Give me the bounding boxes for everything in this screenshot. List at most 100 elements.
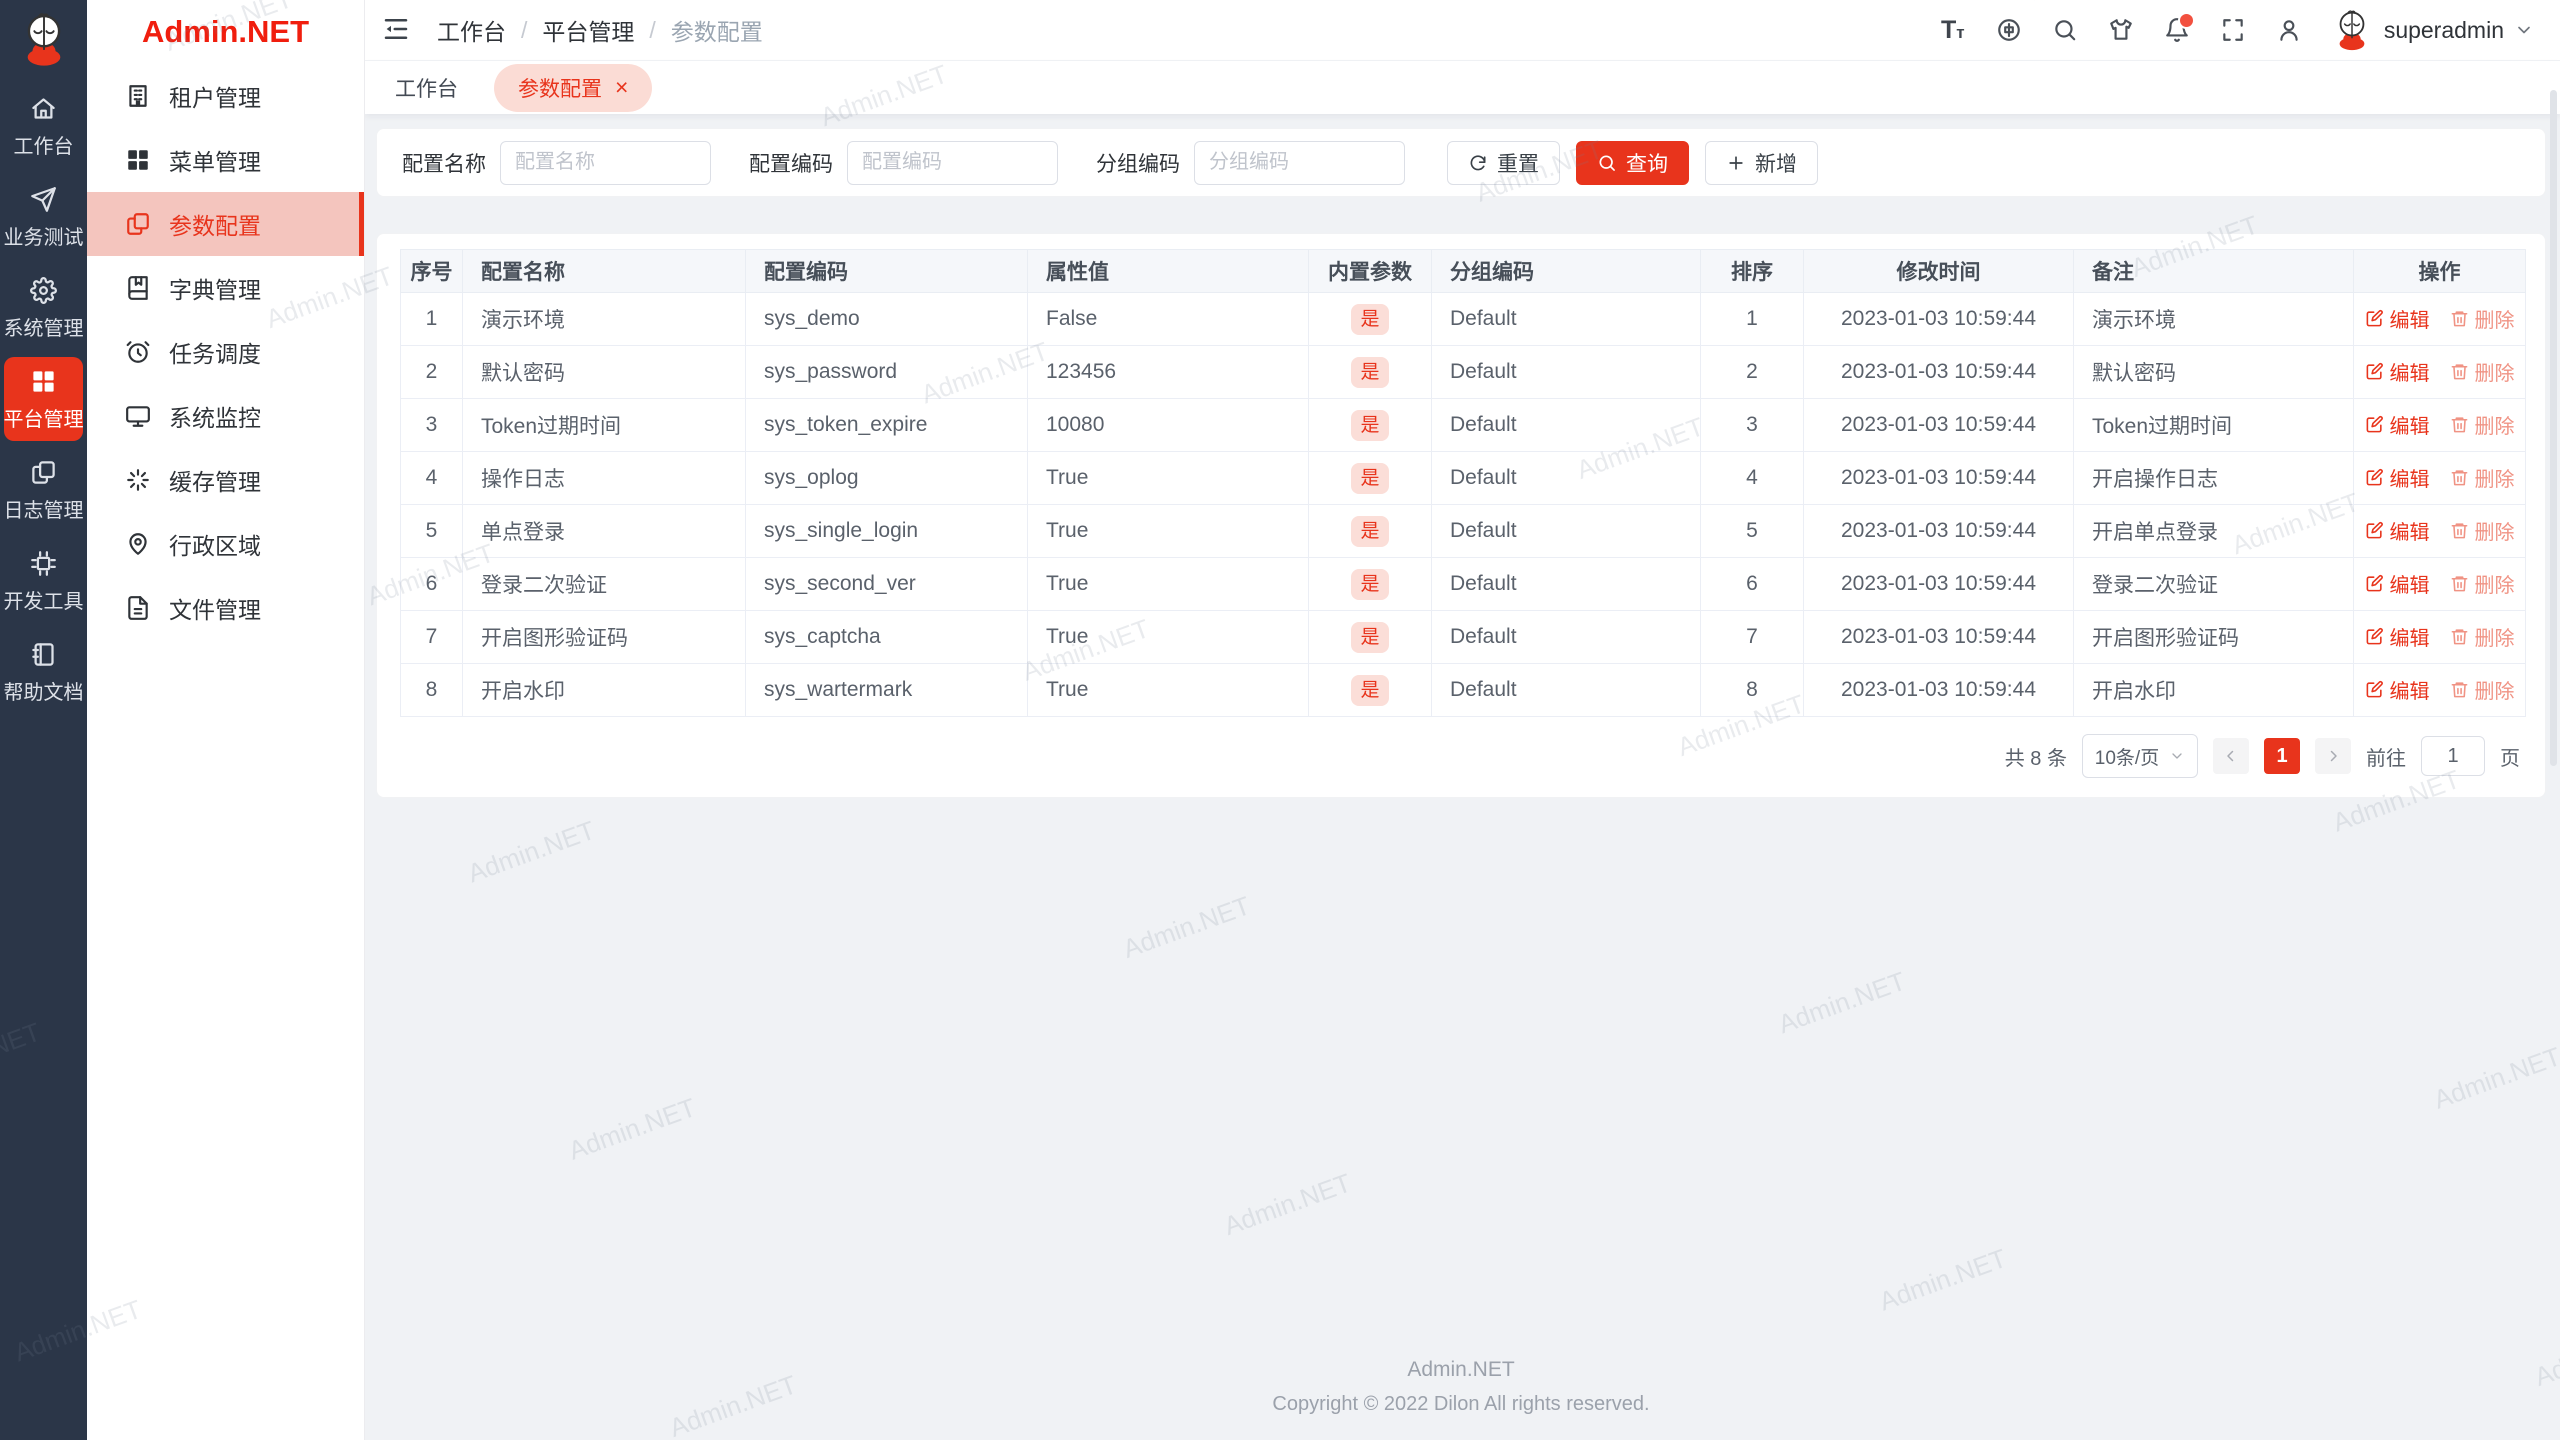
config-code-input[interactable] <box>847 140 1058 185</box>
language-icon[interactable] <box>1994 15 2024 45</box>
sidebar-item-menu[interactable]: 菜单管理 <box>87 128 364 192</box>
rail-item-label: 帮助文档 <box>3 682 84 704</box>
sidebar-item-monitor[interactable]: 系统监控 <box>87 384 364 448</box>
fullscreen-icon[interactable] <box>2218 15 2248 45</box>
rail-item-business-test[interactable]: 业务测试 <box>4 175 84 259</box>
edit-button[interactable]: 编辑 <box>2365 463 2430 492</box>
rail-item-log-admin[interactable]: 日志管理 <box>4 448 84 532</box>
table-cell: 演示环境 <box>2073 292 2354 346</box>
table-cell: sys_single_login <box>745 504 1028 558</box>
table-cell: 演示环境 <box>462 292 746 346</box>
table-cell: 7 <box>1700 610 1804 664</box>
user-profile-icon[interactable] <box>2274 15 2304 45</box>
group-code-input[interactable] <box>1194 140 1405 185</box>
table-cell: 5 <box>400 504 463 558</box>
edit-button[interactable]: 编辑 <box>2365 622 2430 651</box>
current-page-button[interactable]: 1 <box>2264 738 2300 774</box>
delete-button[interactable]: 删除 <box>2450 675 2515 704</box>
filter-label: 分组编码 <box>1096 152 1180 176</box>
tab-参数配置[interactable]: 参数配置 × <box>494 63 653 112</box>
table-cell: 2 <box>400 345 463 399</box>
sidebar-item-cache[interactable]: 缓存管理 <box>87 448 364 512</box>
sidebar-item-region[interactable]: 行政区域 <box>87 512 364 576</box>
edit-button[interactable]: 编辑 <box>2365 410 2430 439</box>
page-size-select[interactable]: 10条/页 <box>2082 734 2198 778</box>
main-area: 工作台 / 平台管理 / 参数配置 Tт superadmin 工作台 参数配置 × <box>365 0 2560 1440</box>
rail-item-help-docs[interactable]: 帮助文档 <box>3 630 84 714</box>
table-cell: 开启单点登录 <box>2073 504 2354 558</box>
table-row: 4 操作日志 sys_oplog True 是 Default 4 2023-01-03 10… <box>400 451 2526 505</box>
table-cell: 2023-01-03 10:59:44 <box>1803 398 2074 452</box>
plus-icon <box>1726 153 1746 173</box>
config-name-input[interactable] <box>500 140 711 185</box>
rail-item-label: 工作台 <box>13 136 74 158</box>
tab-label: 工作台 <box>395 77 458 101</box>
rail-item-workbench[interactable]: 工作台 <box>4 84 83 168</box>
tab-工作台[interactable]: 工作台 <box>395 73 458 103</box>
reset-button[interactable]: 重置 <box>1447 140 1560 185</box>
font-size-icon[interactable]: Tт <box>1938 15 1968 45</box>
notebook-icon <box>30 641 57 668</box>
table-cell: 4 <box>400 451 463 505</box>
sidebar-item-tenant[interactable]: 租户管理 <box>87 64 364 128</box>
rail-item-dev-tools[interactable]: 开发工具 <box>4 539 84 623</box>
table-card: 序号 配置名称 配置编码 属性值 内置参数 分组编码 排序 修改时间 备注 操作 1 演示环境 sys… <box>376 233 2546 798</box>
add-button[interactable]: 新增 <box>1705 140 1818 185</box>
delete-button[interactable]: 删除 <box>2450 357 2515 386</box>
builtin-tag: 是 <box>1351 356 1389 388</box>
delete-button[interactable]: 删除 <box>2450 410 2515 439</box>
edit-button[interactable]: 编辑 <box>2365 304 2430 333</box>
sidebar-item-dict[interactable]: 字典管理 <box>87 256 364 320</box>
icon-rail: 工作台业务测试 系统管理 平台管理 日志管理 开发工具帮助文档 <box>0 0 87 1440</box>
breadcrumb-separator: / <box>649 16 656 43</box>
goto-page-input[interactable] <box>2421 736 2485 776</box>
trash-icon <box>2450 468 2469 487</box>
table-cell: 开启水印 <box>462 663 746 717</box>
edit-button[interactable]: 编辑 <box>2365 569 2430 598</box>
sidebar-item-config[interactable]: 参数配置 <box>87 192 364 256</box>
close-icon[interactable]: × <box>615 76 628 99</box>
sidebar-item-label: 租户管理 <box>169 85 261 111</box>
delete-button[interactable]: 删除 <box>2450 622 2515 651</box>
rail-item-system-admin[interactable]: 系统管理 <box>4 266 84 350</box>
edit-icon <box>2365 680 2384 699</box>
filter-group-config-code: 配置编码 <box>749 140 1058 185</box>
table-cell: 7 <box>400 610 463 664</box>
logo-mascot-icon <box>15 10 73 68</box>
breadcrumb-item[interactable]: 工作台 <box>437 13 506 47</box>
table-cell: 5 <box>1700 504 1804 558</box>
delete-button[interactable]: 删除 <box>2450 304 2515 333</box>
query-button[interactable]: 查询 <box>1576 140 1689 185</box>
delete-button[interactable]: 删除 <box>2450 463 2515 492</box>
sidebar-item-file[interactable]: 文件管理 <box>87 576 364 640</box>
table-row: 5 单点登录 sys_single_login True 是 Default 5 2023-0… <box>400 504 2526 558</box>
rail-item-platform-admin[interactable]: 平台管理 <box>4 357 84 441</box>
delete-button[interactable]: 删除 <box>2450 569 2515 598</box>
user-menu[interactable]: superadmin <box>2330 8 2534 52</box>
trash-icon <box>2450 574 2469 593</box>
alarm-icon <box>125 339 151 365</box>
theme-shirt-icon[interactable] <box>2106 15 2136 45</box>
page-footer: Admin.NET Copyright © 2022 Dilon All rig… <box>376 1358 2546 1440</box>
table-cell: 默认密码 <box>462 345 746 399</box>
edit-icon <box>2365 468 2384 487</box>
column-header: 操作 <box>2353 249 2526 293</box>
next-page-button[interactable] <box>2315 738 2351 774</box>
sidebar-item-task[interactable]: 任务调度 <box>87 320 364 384</box>
edit-button[interactable]: 编辑 <box>2365 516 2430 545</box>
table-header-row: 序号 配置名称 配置编码 属性值 内置参数 分组编码 排序 修改时间 备注 操作 <box>400 249 2526 293</box>
breadcrumb-item[interactable]: 平台管理 <box>542 13 634 47</box>
grid-icon <box>125 147 151 173</box>
copy-icon <box>30 459 57 486</box>
edit-button[interactable]: 编辑 <box>2365 675 2430 704</box>
scrollbar-thumb[interactable] <box>2550 90 2557 766</box>
column-header: 分组编码 <box>1431 249 1701 293</box>
notification-bell-icon[interactable] <box>2162 12 2195 45</box>
collapse-menu-icon[interactable] <box>381 14 413 46</box>
prev-page-button[interactable] <box>2213 738 2249 774</box>
delete-button[interactable]: 删除 <box>2450 516 2515 545</box>
edit-button[interactable]: 编辑 <box>2365 357 2430 386</box>
search-icon <box>1597 153 1617 173</box>
search-icon[interactable] <box>2050 15 2080 45</box>
table-row: 1 演示环境 sys_demo False 是 Default 1 2023-01-03 10… <box>400 292 2526 346</box>
